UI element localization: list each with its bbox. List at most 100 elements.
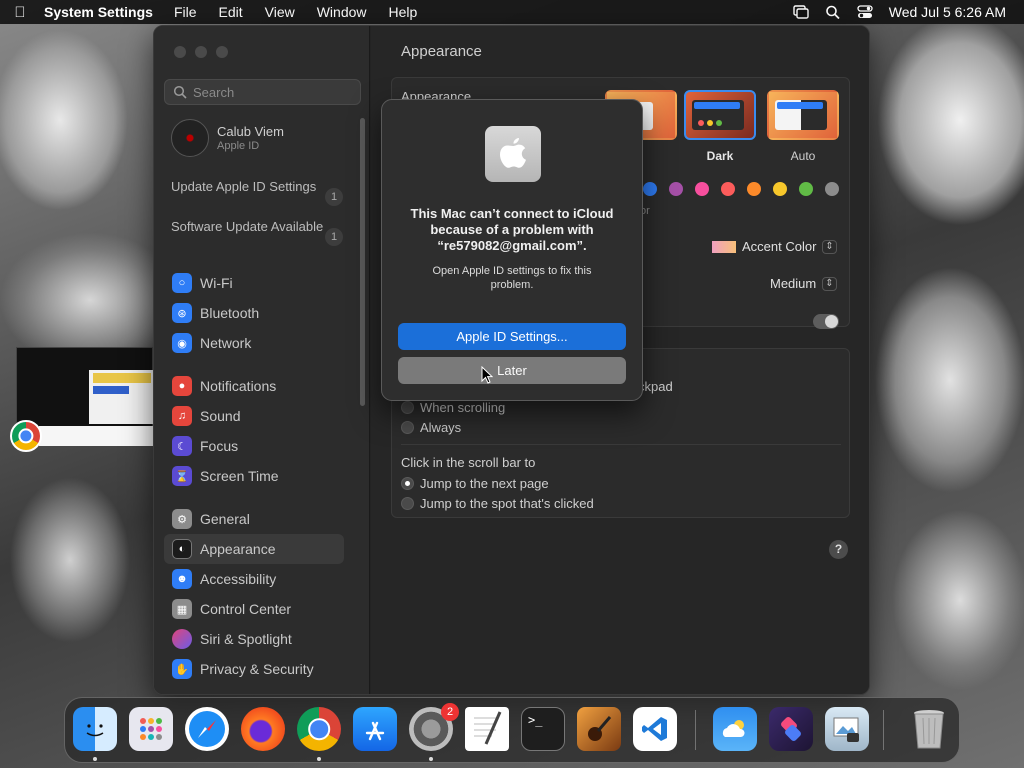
notice-update-apple-id[interactable]: Update Apple ID Settings 1 (171, 179, 343, 206)
dock-finder-icon[interactable] (73, 707, 117, 751)
later-button[interactable]: Later (398, 357, 626, 384)
sidebar-item-sound[interactable]: ♫ Sound (164, 401, 344, 431)
thumbnail-button (93, 386, 129, 394)
speaker-icon: ♫ (172, 406, 192, 426)
dock-preview-icon[interactable] (825, 707, 869, 751)
wallpaper-tinting-toggle[interactable] (813, 314, 839, 329)
dock-shortcuts-icon[interactable] (769, 707, 813, 751)
notice-software-update[interactable]: Software Update Available 1 (171, 219, 343, 246)
sidebar-item-screen-time[interactable]: ⌛ Screen Time (164, 461, 344, 491)
shortcuts-layers-icon (781, 717, 801, 741)
account-name: Calub Viem (217, 124, 284, 139)
sidebar-icon-size-value: Medium (770, 276, 817, 291)
app-menu[interactable]: System Settings (40, 4, 163, 20)
sidebar-item-bluetooth[interactable]: ⊛ Bluetooth (164, 298, 344, 328)
dock-running-indicator (317, 757, 321, 761)
accent-orange-swatch[interactable] (747, 182, 761, 196)
sidebar-icon-size-popup[interactable]: Medium ⇕ (770, 276, 837, 291)
accent-yellow-swatch[interactable] (773, 182, 787, 196)
app-store-a-icon (365, 721, 385, 741)
dock-separator (883, 710, 884, 750)
siri-icon (172, 629, 192, 649)
dock-app-store-icon[interactable] (353, 707, 397, 751)
search-field[interactable]: Search (164, 79, 361, 105)
menu-file[interactable]: File (163, 4, 208, 20)
chrome-icon[interactable] (10, 420, 42, 452)
highlight-color-swatch (712, 240, 736, 253)
sidebar-item-privacy-security[interactable]: ✋ Privacy & Security (164, 654, 344, 684)
sidebar-item-label: Control Center (200, 601, 292, 617)
radio-always[interactable]: Always (401, 417, 505, 437)
dock: 2 >_ (64, 697, 960, 763)
theme-label: Dark (706, 149, 734, 163)
sidebar-item-label: Focus (200, 438, 239, 454)
apple-id-settings-button[interactable]: Apple ID Settings... (398, 323, 626, 350)
accent-purple-swatch[interactable] (669, 182, 683, 196)
spotlight-search-icon[interactable] (825, 5, 841, 19)
divider (401, 444, 841, 445)
sidebar-item-network[interactable]: ◉ Network (164, 328, 344, 358)
apple-menu-icon[interactable]:  (0, 4, 40, 21)
notice-badge: 1 (325, 188, 343, 206)
dock-chrome-icon[interactable] (297, 707, 341, 751)
close-button[interactable] (174, 46, 186, 58)
guitar-icon (588, 716, 612, 741)
dock-vscode-icon[interactable] (633, 707, 677, 751)
sidebar-item-focus[interactable]: ☾ Focus (164, 431, 344, 461)
notification-badge: 2 (441, 703, 459, 721)
dock-textedit-icon[interactable] (465, 707, 509, 751)
dock-weather-icon[interactable] (713, 707, 757, 751)
traffic-lights (174, 46, 228, 58)
accent-pink-swatch[interactable] (695, 182, 709, 196)
accent-graphite-swatch[interactable] (825, 182, 839, 196)
control-center-icon[interactable] (857, 5, 873, 19)
apple-id-account[interactable]: Calub Viem Apple ID (171, 119, 284, 157)
highlight-color-popup[interactable]: Accent Color ⇕ (712, 239, 837, 254)
alert-title: This Mac can’t connect to iCloud because… (410, 206, 614, 253)
dock-system-settings-icon[interactable]: 2 (409, 703, 459, 751)
sidebar-item-label: Bluetooth (200, 305, 260, 321)
dock-trash-icon[interactable] (907, 707, 951, 751)
accent-green-swatch[interactable] (799, 182, 813, 196)
sidebar-item-control-center[interactable]: ▦ Control Center (164, 594, 344, 624)
menu-clock[interactable]: Wed Jul 5 6:26 AM (889, 4, 1006, 20)
sidebar-item-notifications[interactable]: ● Notifications (164, 371, 344, 401)
grid-icon (140, 718, 162, 740)
sidebar-item-accessibility[interactable]: ☻ Accessibility (164, 564, 344, 594)
theme-auto-thumbnail (767, 90, 839, 140)
accent-red-swatch[interactable] (721, 182, 735, 196)
radio-label: Always (420, 419, 462, 435)
sidebar-item-label: Sound (200, 408, 241, 424)
menu-help[interactable]: Help (378, 4, 429, 20)
dock-firefox-icon[interactable] (241, 707, 285, 751)
menu-view[interactable]: View (254, 4, 306, 20)
sidebar-item-label: Appearance (200, 541, 276, 557)
zoom-button[interactable] (216, 46, 228, 58)
help-button[interactable]: ? (829, 540, 848, 559)
dock-launchpad-icon[interactable] (129, 707, 173, 751)
radio-label: Jump to the next page (420, 475, 549, 491)
dock-safari-icon[interactable] (185, 707, 229, 751)
sidebar-item-appearance[interactable]: ◐ Appearance (164, 534, 344, 564)
mouse-cursor-icon (481, 366, 493, 384)
sidebar-item-wifi[interactable]: ○ Wi-Fi (164, 268, 344, 298)
sidebar-item-label: Screen Time (200, 468, 279, 484)
theme-dark[interactable]: Dark (684, 90, 756, 163)
radio-jump-spot-clicked[interactable]: Jump to the spot that's clicked (401, 493, 594, 513)
sidebar-item-general[interactable]: ⚙ General (164, 504, 344, 534)
sidebar-item-siri-spotlight[interactable]: Siri & Spotlight (164, 624, 344, 654)
radio-jump-next-page[interactable]: Jump to the next page (401, 473, 594, 493)
globe-icon: ◉ (172, 333, 192, 353)
sidebar-scrollbar[interactable] (360, 118, 365, 406)
screen-mirroring-icon[interactable] (793, 5, 809, 19)
dock-garageband-icon[interactable] (577, 707, 621, 751)
menu-edit[interactable]: Edit (208, 4, 254, 20)
vscode-logo-icon (642, 717, 667, 741)
minimize-button[interactable] (195, 46, 207, 58)
accent-blue-swatch[interactable] (643, 182, 657, 196)
theme-auto[interactable]: Auto (767, 90, 839, 163)
menu-window[interactable]: Window (306, 4, 378, 20)
thumbnail-banner (93, 373, 151, 383)
dock-terminal-icon[interactable]: >_ (521, 707, 565, 751)
sidebar-item-label: Privacy & Security (200, 661, 314, 677)
